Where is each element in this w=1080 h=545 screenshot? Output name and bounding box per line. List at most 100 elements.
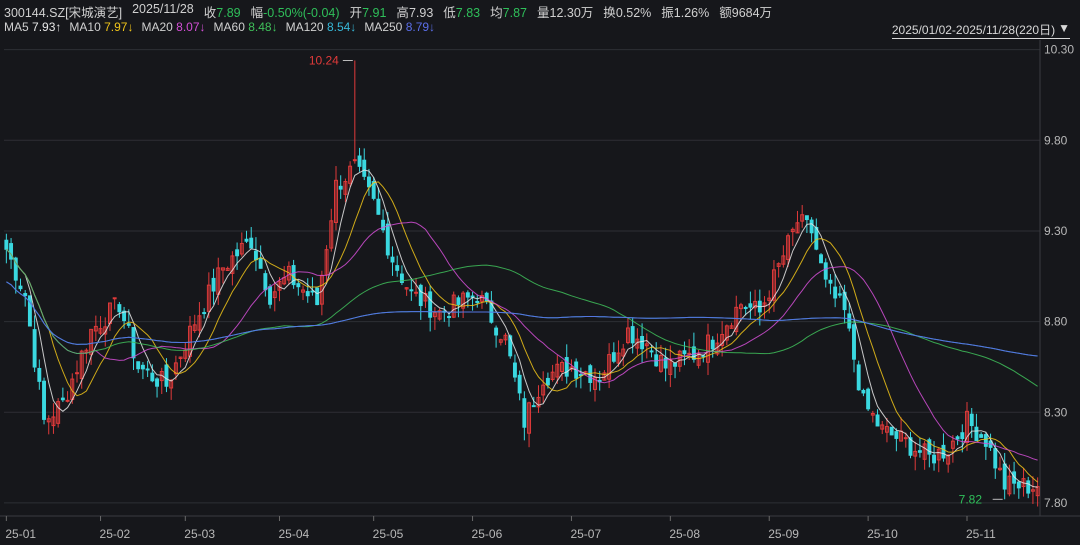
quote-summary-row: 300144.SZ[宋城演艺] 2025/11/28 收7.89 幅-0.50%… (4, 2, 772, 20)
ma-legend-item[interactable]: MA20 8.07↓ (141, 20, 205, 38)
candle-body (955, 436, 960, 440)
candle-body (993, 448, 998, 469)
high-field: 高7.93 (396, 6, 434, 20)
candle-body (296, 283, 301, 288)
candle-body (395, 265, 400, 271)
x-tick-label: 25-06 (472, 527, 503, 541)
ma-line-ma5 (6, 169, 1038, 488)
candle-body (32, 329, 37, 368)
ma-line-ma250 (6, 281, 1038, 357)
ma-legend-item[interactable]: MA250 8.79↓ (364, 20, 435, 38)
candle-body (837, 293, 842, 296)
candle-body (1026, 480, 1031, 494)
change-field: 幅-0.50%(-0.04) (250, 6, 340, 20)
candle-body (819, 254, 823, 264)
candle-body (155, 378, 160, 387)
y-tick-label: 9.30 (1044, 224, 1068, 238)
candle-body (244, 238, 249, 242)
x-tick-label: 25-05 (373, 527, 404, 541)
candle-body (852, 324, 856, 360)
candle-body (263, 273, 268, 291)
candle-body (960, 432, 965, 440)
candle-body (4, 239, 9, 250)
turnover-field: 换0.52% (603, 6, 652, 20)
candle-body (814, 226, 819, 250)
candle-body (875, 414, 880, 427)
open-field: 开7.91 (349, 6, 387, 20)
ma-line-ma60 (6, 248, 1038, 387)
candlestick-chart[interactable]: 10.30 9.80 9.30 8.80 8.30 7.80 25-01 25-02 25-03… (0, 40, 1080, 545)
candle-body (258, 257, 263, 269)
x-tick-label: 25-01 (5, 527, 36, 541)
candle-body (828, 279, 833, 284)
candle-body (545, 377, 550, 386)
candle-body (315, 287, 320, 306)
ma-legend-item[interactable]: MA120 8.54↓ (286, 20, 357, 38)
candle-body (969, 413, 974, 427)
ma-legend-item[interactable]: MA10 7.97↓ (69, 20, 133, 38)
date-range-selector[interactable]: 2025/01/02-2025/11/28(220日) ▼ (891, 21, 1070, 39)
candle-body (23, 293, 28, 297)
candle-body (385, 223, 390, 256)
candle-body (847, 313, 852, 329)
low-field: 低7.83 (443, 6, 481, 20)
quote-header: 300144.SZ[宋城演艺] 2025/11/28 收7.89 幅-0.50%… (0, 0, 1080, 40)
candle-body (494, 327, 499, 336)
candle-body (804, 215, 809, 221)
candle-body (974, 426, 979, 442)
candle-body (428, 291, 433, 318)
candle-body (856, 364, 861, 391)
candle-body (687, 352, 692, 355)
candle-body (611, 352, 616, 362)
candle-body (409, 289, 414, 292)
quote-date: 2025/11/28 (132, 2, 194, 16)
candle-body (861, 389, 866, 394)
close-field: 收7.89 (203, 6, 241, 20)
candle-body (268, 286, 273, 305)
candle-body (512, 362, 517, 378)
candle-body (833, 286, 838, 299)
candle-body (418, 284, 423, 307)
ma-legend-item[interactable]: MA5 7.93↑ (4, 20, 61, 38)
stock-code[interactable]: 300144.SZ[宋城演艺] (4, 2, 122, 20)
candle-body (941, 444, 946, 459)
candle-body (649, 350, 654, 353)
candle-body (823, 262, 828, 280)
candle-body (889, 426, 894, 436)
candle-body (465, 292, 470, 298)
candle-body (126, 323, 131, 326)
candle-body (932, 454, 937, 464)
candle-body (866, 388, 871, 410)
candle-body (145, 368, 150, 371)
x-tick-label: 25-09 (768, 527, 799, 541)
candle-body (362, 159, 367, 177)
candle-body (357, 155, 362, 167)
candle-body (202, 312, 207, 315)
candle-body (249, 237, 254, 249)
y-tick-label: 9.80 (1044, 133, 1068, 147)
candle-body (65, 399, 70, 402)
amount-field: 额9684万 (719, 6, 773, 20)
candle-body (150, 372, 155, 382)
candle-body (630, 326, 635, 344)
candle-body (1016, 481, 1021, 489)
date-range-text: 2025/01/02-2025/11/28(220日) (891, 23, 1056, 37)
candle-body (748, 303, 753, 308)
candle-body (352, 159, 357, 162)
y-tick-label: 10.30 (1044, 43, 1074, 57)
candle-body (673, 362, 678, 367)
candle-body (136, 361, 141, 370)
candle-body (117, 304, 122, 313)
y-tick-label: 8.80 (1044, 315, 1068, 329)
ma-legend-item[interactable]: MA60 8.48↓ (214, 20, 278, 38)
candle-body (640, 335, 645, 350)
candle-body (211, 277, 216, 292)
volume-field: 量12.30万 (537, 6, 594, 20)
candle-body (682, 350, 687, 355)
candle-body (37, 367, 42, 382)
candle-body (979, 434, 984, 438)
candle-body (517, 374, 522, 394)
amplitude-field: 振1.26% (661, 6, 710, 20)
candle-body (305, 291, 310, 297)
candle-body (983, 434, 988, 447)
